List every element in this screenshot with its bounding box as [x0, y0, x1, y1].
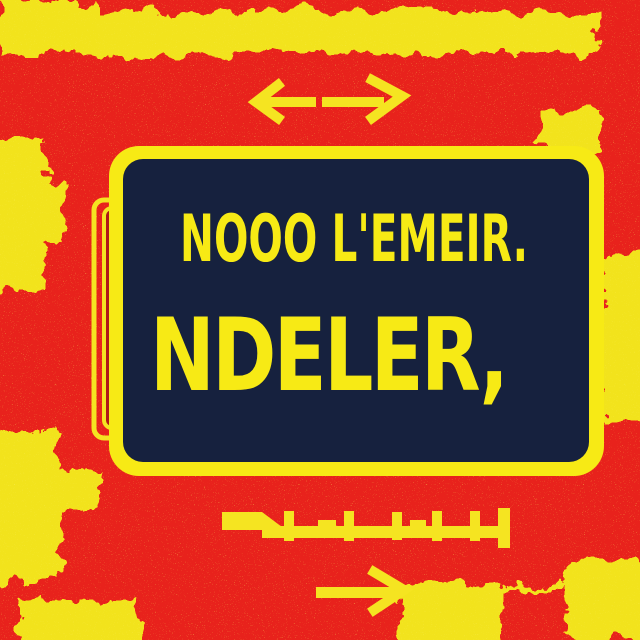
sign-headline-line1: NOOO L'EMEIR. — [180, 202, 529, 277]
poster-canvas: NOOO L'EMEIR. NDELER, — [0, 0, 640, 640]
sign-headline-line2: NDELER, — [150, 295, 509, 415]
